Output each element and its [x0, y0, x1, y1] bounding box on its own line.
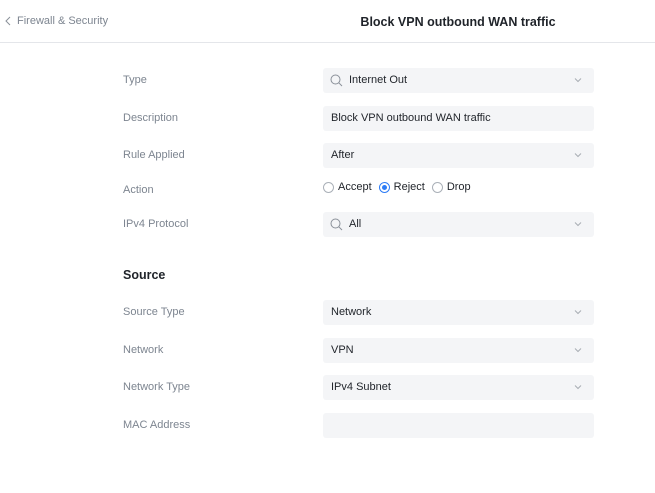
back-link[interactable]: Firewall & Security [5, 15, 108, 27]
chevron-down-icon [574, 385, 582, 390]
description-row: Description Block VPN outbound WAN traff… [0, 106, 655, 131]
rule-applied-select[interactable]: After [323, 143, 594, 168]
description-label: Description [123, 112, 179, 124]
chevron-left-icon [5, 16, 11, 26]
type-row: Type Internet Out [0, 68, 655, 93]
radio-unchecked-icon [431, 181, 443, 193]
description-input[interactable]: Block VPN outbound WAN traffic [323, 106, 594, 131]
mac-address-row: MAC Address [0, 413, 655, 438]
radio-unchecked-icon [323, 181, 334, 193]
type-label: Type [123, 74, 147, 86]
source-type-label: Source Type [123, 306, 185, 318]
network-type-row: Network Type IPv4 Subnet [0, 375, 655, 400]
source-type-row: Source Type Network [0, 300, 655, 325]
ipv4-protocol-select[interactable]: All [323, 212, 594, 237]
action-radio-group: Accept Reject Drop [323, 181, 478, 193]
network-select[interactable]: VPN [323, 338, 594, 363]
description-value: Block VPN outbound WAN traffic [331, 112, 491, 124]
search-icon [330, 218, 343, 231]
action-radio-drop[interactable]: Drop [431, 181, 471, 193]
mac-address-input[interactable] [323, 413, 594, 438]
chevron-down-icon [574, 153, 582, 158]
network-row: Network VPN [0, 338, 655, 363]
network-type-select[interactable]: IPv4 Subnet [323, 375, 594, 400]
type-value: Internet Out [349, 74, 408, 86]
action-radio-reject[interactable]: Reject [378, 181, 425, 193]
chevron-down-icon [574, 222, 582, 227]
network-value: VPN [331, 344, 354, 356]
action-label: Action [123, 184, 154, 196]
rule-applied-value: After [331, 149, 355, 161]
action-radio-accept[interactable]: Accept [323, 181, 372, 193]
rule-applied-label: Rule Applied [123, 149, 185, 161]
chevron-down-icon [574, 310, 582, 315]
chevron-down-icon [574, 78, 582, 83]
action-radio-accept-label: Accept [338, 181, 372, 193]
mac-address-label: MAC Address [123, 419, 191, 431]
search-icon [330, 74, 343, 87]
source-type-value: Network [331, 306, 372, 318]
action-row: Action Accept Reject Drop [0, 178, 655, 203]
action-radio-drop-label: Drop [446, 181, 471, 193]
network-type-label: Network Type [123, 381, 191, 393]
source-type-select[interactable]: Network [323, 300, 594, 325]
rule-applied-row: Rule Applied After [0, 143, 655, 168]
back-link-label: Firewall & Security [17, 15, 109, 27]
radio-checked-icon [378, 181, 390, 193]
page-title: Block VPN outbound WAN traffic [360, 15, 556, 29]
source-section-title: Source [123, 268, 166, 282]
action-radio-reject-label: Reject [393, 181, 425, 193]
type-select[interactable]: Internet Out [323, 68, 594, 93]
ipv4-protocol-value: All [349, 218, 362, 230]
network-label: Network [123, 344, 164, 356]
ipv4-protocol-row: IPv4 Protocol All [0, 212, 655, 237]
network-type-value: IPv4 Subnet [331, 381, 391, 393]
page-header: Firewall & Security Block VPN outbound W… [0, 0, 655, 43]
chevron-down-icon [574, 348, 582, 353]
ipv4-protocol-label: IPv4 Protocol [123, 218, 189, 230]
